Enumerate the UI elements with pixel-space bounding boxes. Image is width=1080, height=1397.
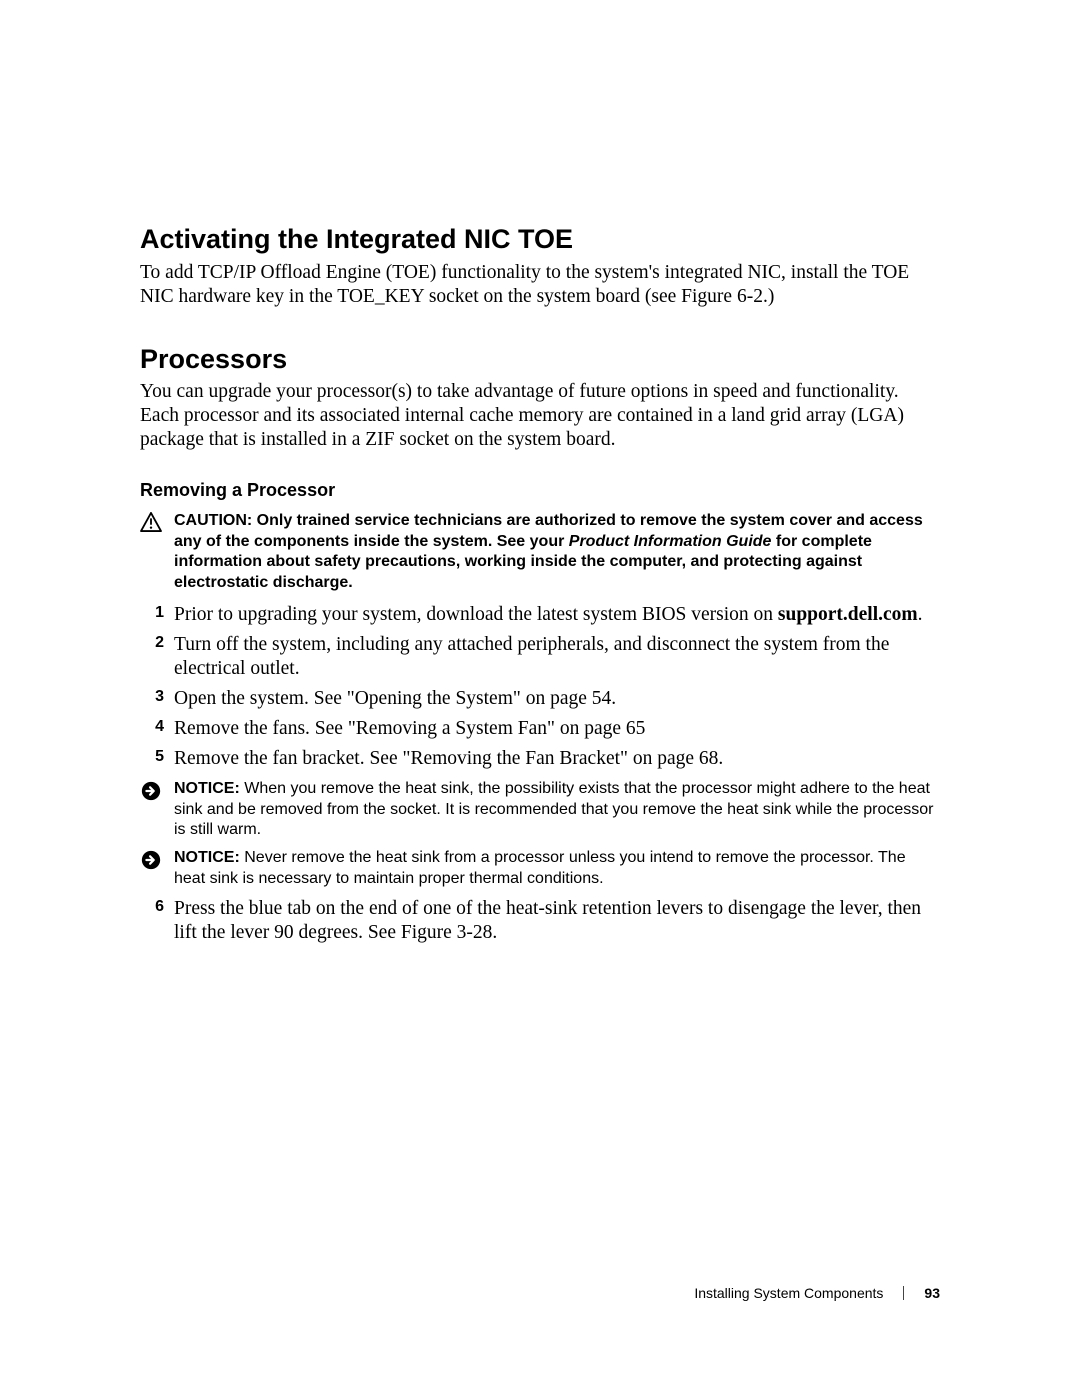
caution-block: CAUTION: Only trained service technician… [140, 511, 940, 593]
heading-processors: Processors [140, 345, 940, 375]
step-text: Turn off the system, including any attac… [174, 633, 940, 681]
paragraph-nic-toe: To add TCP/IP Offload Engine (TOE) funct… [140, 261, 940, 309]
document-page: Activating the Integrated NIC TOE To add… [0, 0, 1080, 1397]
subheading-removing-processor: Removing a Processor [140, 480, 940, 501]
notice-text: NOTICE: Never remove the heat sink from … [174, 848, 940, 889]
page-footer: Installing System Components 93 [694, 1285, 940, 1301]
step-6: 6 Press the blue tab on the end of one o… [140, 897, 940, 945]
caution-triangle-icon [140, 511, 174, 532]
notice-arrow-icon [140, 848, 174, 871]
step-number: 5 [140, 747, 174, 766]
notice-block-1: NOTICE: When you remove the heat sink, t… [140, 779, 940, 840]
step-1-after: . [918, 604, 923, 625]
heading-activating-nic-toe: Activating the Integrated NIC TOE [140, 225, 940, 255]
page-number: 93 [924, 1285, 940, 1301]
step-4: 4 Remove the fans. See "Removing a Syste… [140, 717, 940, 741]
step-number: 6 [140, 897, 174, 916]
caution-text: CAUTION: Only trained service technician… [174, 511, 940, 593]
footer-divider [903, 1286, 904, 1300]
step-number: 4 [140, 717, 174, 736]
caution-italic: Product Information Guide [569, 533, 772, 550]
step-text: Open the system. See "Opening the System… [174, 687, 616, 711]
support-link: support.dell.com [778, 604, 918, 625]
step-number: 1 [140, 603, 174, 622]
caution-label: CAUTION: [174, 512, 252, 529]
footer-title: Installing System Components [694, 1285, 883, 1301]
notice-arrow-icon [140, 779, 174, 802]
notice-label: NOTICE: [174, 780, 240, 797]
step-2: 2 Turn off the system, including any att… [140, 633, 940, 681]
notice-body: Never remove the heat sink from a proces… [174, 849, 906, 886]
notice-label: NOTICE: [174, 849, 240, 866]
step-3: 3 Open the system. See "Opening the Syst… [140, 687, 940, 711]
step-number: 2 [140, 633, 174, 652]
step-text: Remove the fan bracket. See "Removing th… [174, 747, 723, 771]
step-5: 5 Remove the fan bracket. See "Removing … [140, 747, 940, 771]
paragraph-processors: You can upgrade your processor(s) to tak… [140, 380, 940, 452]
step-1-before: Prior to upgrading your system, download… [174, 604, 778, 625]
notice-text: NOTICE: When you remove the heat sink, t… [174, 779, 940, 840]
step-text: Press the blue tab on the end of one of … [174, 897, 940, 945]
step-1: 1 Prior to upgrading your system, downlo… [140, 603, 940, 627]
notice-block-2: NOTICE: Never remove the heat sink from … [140, 848, 940, 889]
step-text: Remove the fans. See "Removing a System … [174, 717, 645, 741]
notice-body: When you remove the heat sink, the possi… [174, 780, 933, 838]
step-number: 3 [140, 687, 174, 706]
step-text: Prior to upgrading your system, download… [174, 603, 923, 627]
